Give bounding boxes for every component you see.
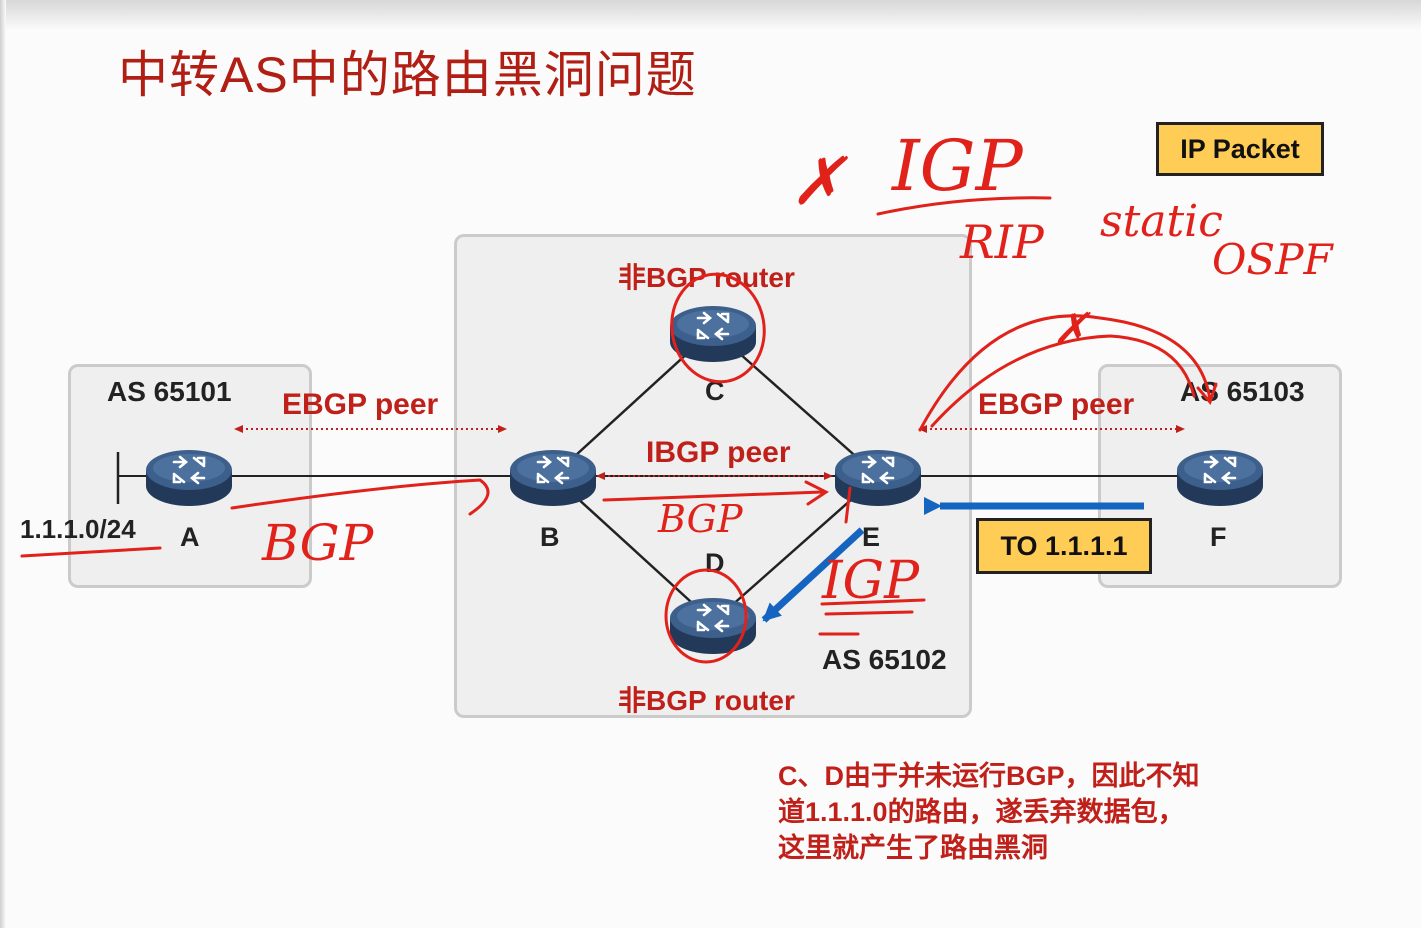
explanation-note: C、D由于并未运行BGP，因此不知 道1.1.1.0的路由，遂丢弃数据包， 这里… bbox=[778, 758, 1298, 866]
x-mark-curve: ✗ bbox=[1052, 304, 1091, 355]
bgp-left-stroke bbox=[230, 478, 490, 516]
static-annotation: static bbox=[1100, 196, 1223, 247]
circle-router-c bbox=[670, 272, 766, 384]
note-line: 道1.1.1.0的路由，遂丢弃数据包， bbox=[778, 797, 1185, 827]
igp-top-annotation: IGP bbox=[890, 125, 1025, 207]
bgp-left-annotation: BGP bbox=[261, 514, 375, 572]
ospf-annotation: OSPF bbox=[1212, 235, 1334, 284]
igp-mid-annotation: IGP bbox=[821, 551, 920, 611]
rip-annotation: RIP bbox=[959, 215, 1045, 269]
underline-network bbox=[20, 546, 162, 558]
note-line: 这里就产生了路由黑洞 bbox=[778, 833, 1048, 863]
circle-router-d bbox=[664, 568, 748, 664]
bgp-mid-annotation: BGP bbox=[657, 497, 744, 541]
note-line: C、D由于并未运行BGP，因此不知 bbox=[778, 761, 1200, 791]
x-mark: ✗ bbox=[790, 143, 848, 220]
